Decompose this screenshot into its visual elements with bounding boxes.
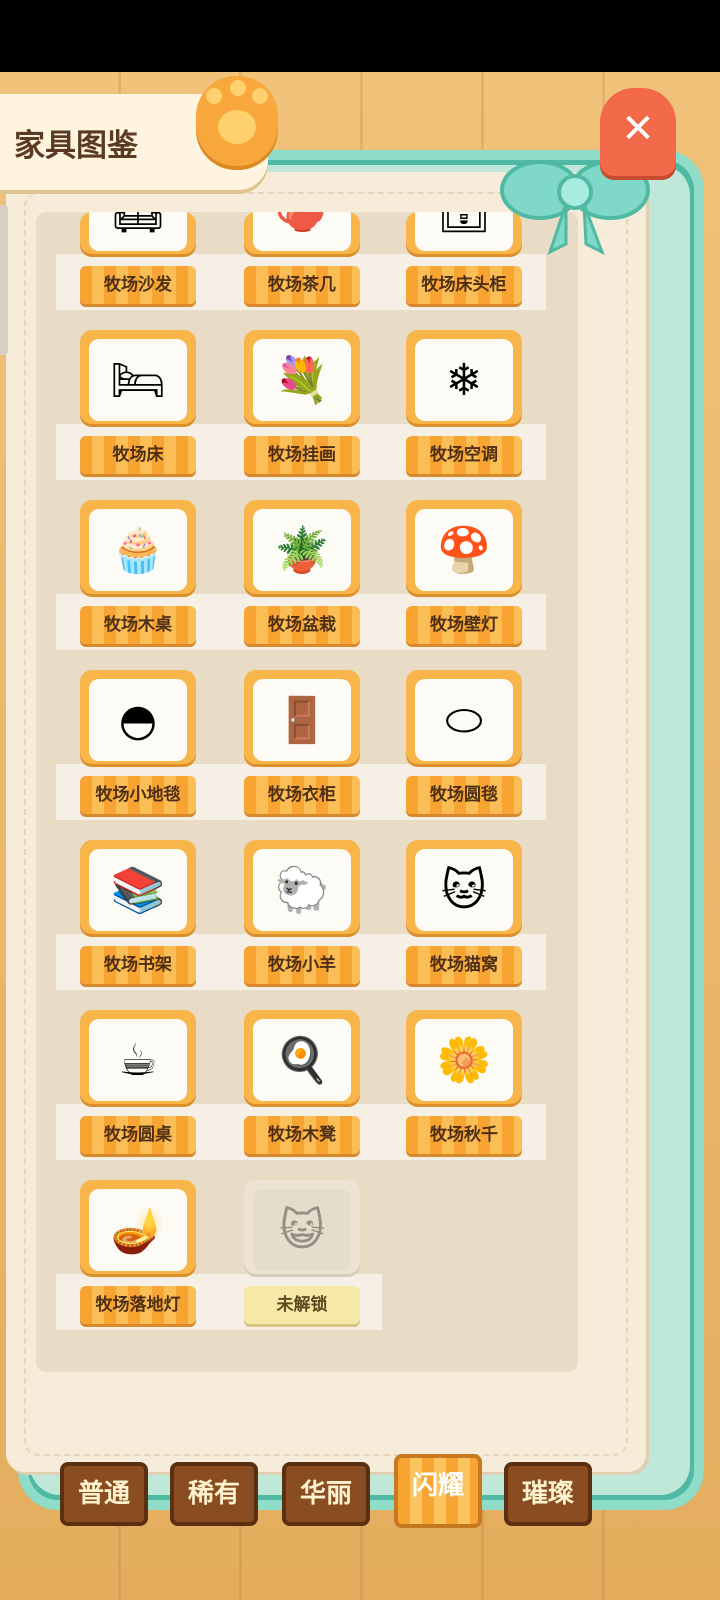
item-thumbnail: 🚪 [253,679,351,761]
item-name-label: 牧场茶几 [244,266,360,304]
item-thumbnail: 🪔 [89,1189,187,1271]
item-card[interactable]: 🐑 [244,840,360,934]
bookshelf-icon: 📚 [110,865,166,916]
item-card[interactable]: 🍄 [406,500,522,594]
item-card[interactable]: 🛏 [80,330,196,424]
close-icon: ✕ [621,106,655,152]
item-name-label: 牧场秋千 [406,1116,522,1154]
air-conditioner-icon: ❄ [445,354,483,406]
item-card[interactable]: 🪔 [80,1180,196,1274]
sofa-icon: 🛋 [110,212,166,236]
cat-face-icon: 😺 [279,1204,325,1256]
rocking-sheep-icon: 🐑 [274,865,330,916]
close-button[interactable]: ✕ [600,88,676,176]
item-thumbnail: ☕ [89,1019,187,1101]
item-name-label: 牧场书架 [80,946,196,984]
item-thumbnail: ❄ [415,339,513,421]
tab-shining[interactable]: 闪耀 [394,1454,482,1528]
item-name-label: 牧场床头柜 [406,266,522,304]
tab-brilliant[interactable]: 璀璨 [504,1462,592,1526]
item-thumbnail: 🍳 [253,1019,351,1101]
rarity-tab-bar: 普通 稀有 华丽 闪耀 璀璨 [60,1454,600,1532]
mushroom-lamp-icon: 🍄 [436,525,492,576]
item-name-label: 牧场圆毯 [406,776,522,814]
locked-item-card[interactable]: 😺 [244,1180,360,1274]
bed-icon: 🛏 [110,355,166,406]
paw-icon [196,76,278,166]
item-card[interactable]: 🍳 [244,1010,360,1104]
item-name-label: 牧场圆桌 [80,1116,196,1154]
item-thumbnail: ⬭ [415,679,513,761]
item-thumbnail: 🛋 [89,212,187,251]
item-thumbnail: 🪴 [253,509,351,591]
small-rug-icon: ◓ [118,694,158,746]
item-name-label: 牧场挂画 [244,436,360,474]
item-thumbnail: 💐 [253,339,351,421]
status-bar [0,0,720,72]
item-thumbnail: 🫖 [253,212,351,251]
item-card[interactable]: 🫖 [244,212,360,254]
item-card[interactable]: 🚪 [244,670,360,764]
cat-bed-icon: 🐱 [441,864,487,916]
item-name-label: 牧场木凳 [244,1116,360,1154]
scroll-indicator[interactable] [0,205,8,355]
wardrobe-icon: 🚪 [274,695,330,746]
item-name-label: 牧场木桌 [80,606,196,644]
tab-gorgeous[interactable]: 华丽 [282,1462,370,1526]
item-card[interactable]: 🛋 [80,212,196,254]
item-card[interactable]: 🧁 [80,500,196,594]
item-thumbnail: 😺 [253,1189,351,1271]
item-card[interactable]: 🐱 [406,840,522,934]
item-card[interactable]: ⬭ [406,670,522,764]
item-name-label: 牧场小地毯 [80,776,196,814]
item-thumbnail: 📚 [89,849,187,931]
item-card[interactable]: 🌼 [406,1010,522,1104]
item-thumbnail: 🗄 [415,212,513,251]
item-thumbnail: 🐱 [415,849,513,931]
item-card[interactable]: ☕ [80,1010,196,1104]
item-thumbnail: 🌼 [415,1019,513,1101]
wooden-desk-icon: 🧁 [110,525,166,576]
item-name-label: 牧场小羊 [244,946,360,984]
item-thumbnail: ◓ [89,679,187,761]
page-title: 家具图鉴 [14,128,138,164]
item-name-label: 牧场衣柜 [244,776,360,814]
wooden-stool-icon: 🍳 [274,1035,330,1086]
tea-table-icon: 🫖 [275,212,330,236]
nightstand-icon: 🗄 [436,212,492,236]
item-name-label: 牧场盆栽 [244,606,360,644]
item-card[interactable]: 📚 [80,840,196,934]
item-thumbnail: 🐑 [253,849,351,931]
item-name-label: 未解锁 [244,1286,360,1324]
item-card[interactable]: 💐 [244,330,360,424]
wreath-painting-icon: 💐 [274,355,330,406]
item-thumbnail: 🛏 [89,339,187,421]
potted-plant-icon: 🪴 [274,525,330,576]
item-name-label: 牧场落地灯 [80,1286,196,1324]
item-name-label: 牧场沙发 [80,266,196,304]
item-card[interactable]: 🪴 [244,500,360,594]
tab-rare[interactable]: 稀有 [170,1462,258,1526]
item-thumbnail: 🍄 [415,509,513,591]
round-table-icon: ☕ [118,1034,158,1086]
item-card[interactable]: 🗄 [406,212,522,254]
item-card[interactable]: ◓ [80,670,196,764]
floor-lamp-icon: 🪔 [110,1205,166,1256]
round-rug-icon: ⬭ [445,694,483,746]
item-thumbnail: 🧁 [89,509,187,591]
tab-normal[interactable]: 普通 [60,1462,148,1526]
swing-icon: 🌼 [436,1035,492,1086]
item-name-label: 牧场床 [80,436,196,474]
item-card[interactable]: ❄ [406,330,522,424]
item-name-label: 牧场猫窝 [406,946,522,984]
item-name-label: 牧场空调 [406,436,522,474]
item-name-label: 牧场壁灯 [406,606,522,644]
